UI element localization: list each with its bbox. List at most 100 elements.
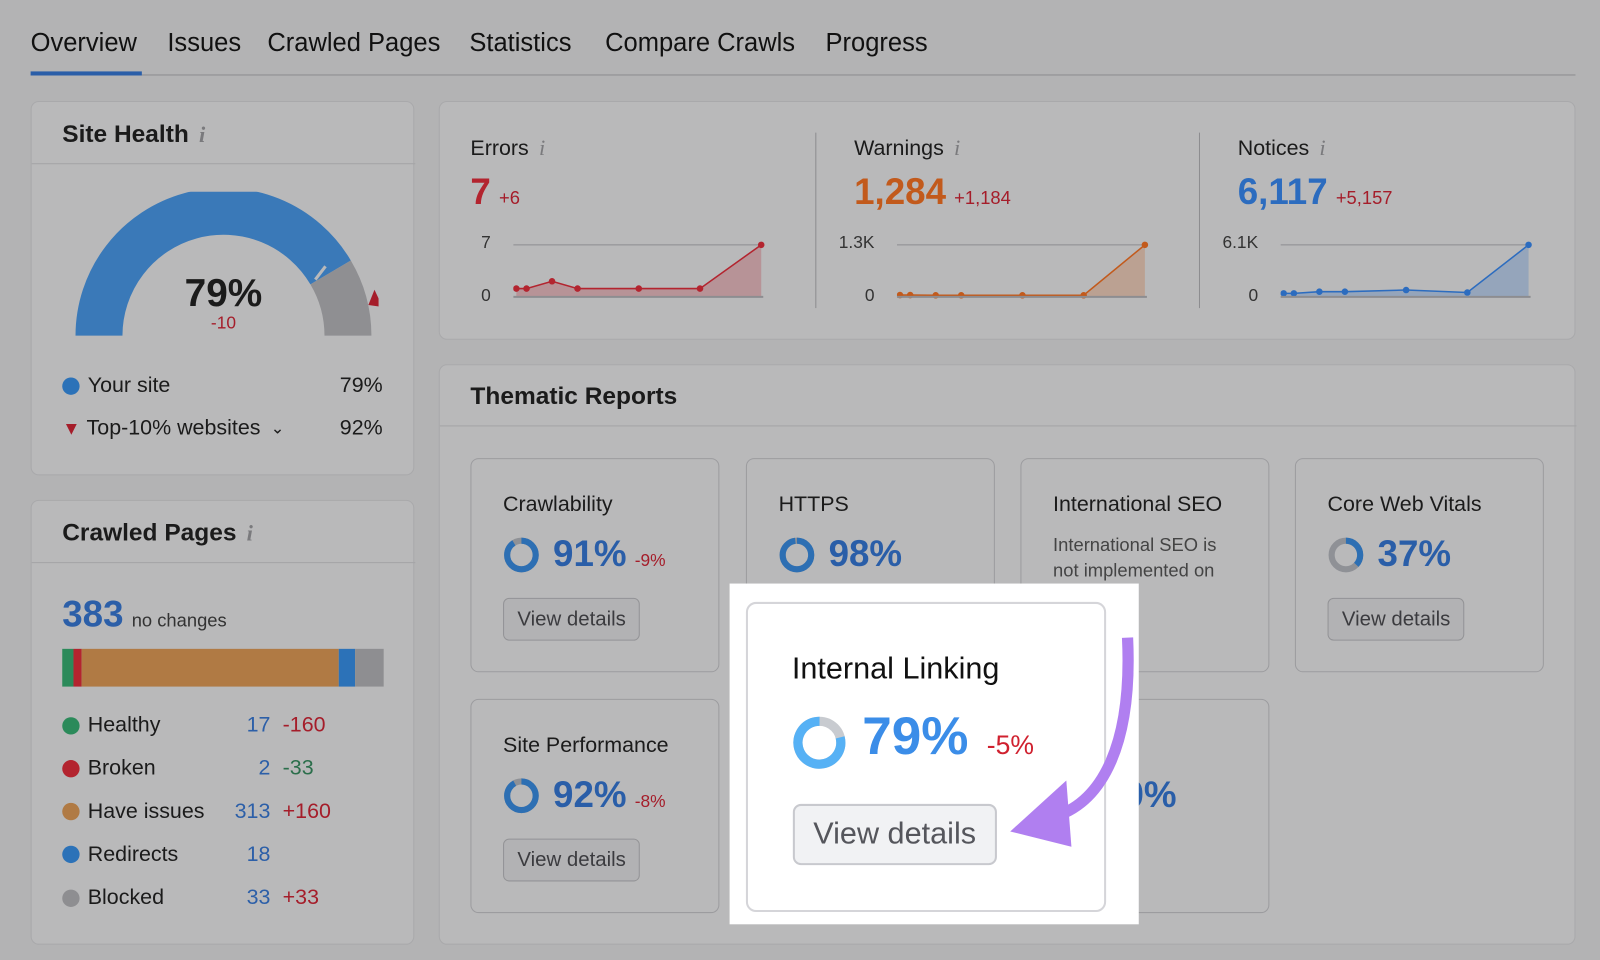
internal-linking-ring-icon (793, 716, 846, 769)
site-health-change: -10 (210, 313, 236, 333)
thematic-reports-title: Thematic Reports (470, 382, 678, 411)
sparkline-point (757, 241, 765, 249)
bar-have-issues[interactable] (81, 648, 339, 687)
status-dot-icon (62, 846, 80, 864)
status-dot-icon (62, 802, 80, 821)
score-ring-icon (1328, 537, 1364, 573)
sparkline-point (1341, 288, 1349, 295)
metric-value[interactable]: 6,117 +5,157 (1238, 170, 1393, 213)
row-change: -33 (282, 756, 314, 780)
divider (815, 132, 817, 309)
internal-linking-view-details-button[interactable]: View details (792, 803, 997, 866)
crawled-row-have-issues[interactable]: Have issues (62, 799, 204, 823)
crawled-row-healthy[interactable]: Healthy (62, 713, 160, 737)
report-value: 37% (1377, 532, 1452, 575)
row-change: +160 (282, 799, 331, 823)
divider (1198, 132, 1200, 309)
view-details-button[interactable]: View details (503, 597, 641, 641)
tab-compare-crawls[interactable]: Compare Crawls (605, 29, 795, 59)
sparkline-point (574, 285, 581, 292)
triangle-down-icon: ▼ (62, 417, 81, 439)
divider (31, 163, 416, 165)
metric-value[interactable]: 7 +6 (470, 170, 520, 213)
score-ring-icon (779, 537, 815, 573)
chevron-down-icon[interactable]: ⌄ (271, 418, 285, 438)
legend-your-site: Your site (62, 373, 170, 397)
site-health-title: Site Health i (62, 120, 206, 148)
row-label: Blocked (87, 885, 164, 910)
report-value: 98% (828, 532, 903, 575)
info-icon[interactable]: i (1319, 135, 1325, 161)
top10-value: 92% (339, 416, 383, 440)
score-ring-icon (504, 537, 539, 573)
bar-redirects[interactable] (338, 648, 355, 687)
sparkline-point (696, 285, 704, 292)
sparkline-errors (513, 241, 765, 298)
your-site-value: 79% (339, 373, 383, 397)
sparkline-point (1525, 241, 1532, 249)
legend-top10[interactable]: ▼ Top-10% websites ⌄ (62, 416, 284, 440)
tab-overview[interactable]: Overview (31, 29, 137, 59)
report-change: -9% (634, 550, 666, 571)
report-title: Site Performance (503, 733, 669, 757)
row-value[interactable]: 2 (258, 756, 270, 780)
row-label: Redirects (87, 842, 179, 867)
y-axis-min: 0 (1248, 285, 1259, 306)
info-icon[interactable]: i (539, 135, 545, 161)
row-value[interactable]: 33 (247, 886, 271, 910)
pointer-arrow-icon (1010, 637, 1134, 847)
metric-label-errors: Errors i (470, 134, 546, 161)
sparkline-point (1464, 289, 1471, 296)
bar-healthy[interactable] (62, 648, 74, 687)
status-dot-icon (62, 716, 80, 735)
row-label: Broken (87, 756, 156, 780)
site-health-value: 79% (184, 272, 263, 316)
y-axis-max: 7 (481, 232, 491, 252)
info-icon[interactable]: i (199, 121, 205, 147)
metric-change: +6 (499, 187, 520, 209)
row-change: -160 (282, 713, 326, 737)
row-value[interactable]: 313 (235, 799, 271, 823)
report-title: Crawlability (503, 492, 613, 517)
bar-blocked[interactable] (354, 648, 384, 687)
info-icon[interactable]: i (247, 520, 253, 546)
report-title: International SEO (1053, 492, 1223, 517)
site-health-card: Site Health i 79% -10 Your site 79% ▼ Top-… (30, 100, 416, 476)
metric-change: +1,184 (954, 187, 1011, 209)
view-details-button[interactable]: View details (503, 838, 641, 882)
sparkline-point (1402, 286, 1410, 294)
sparkline-point (1141, 241, 1149, 249)
row-value[interactable]: 18 (247, 843, 271, 867)
crawled-pages-card: Crawled Pages i 383 no changes Healthy 17 -1… (30, 499, 416, 945)
sparkline-point (1316, 288, 1323, 295)
info-icon[interactable]: i (954, 135, 960, 161)
metric-label-warnings: Warnings i (854, 134, 961, 161)
crawled-row-blocked[interactable]: Blocked (62, 886, 164, 910)
tab-divider (30, 74, 1576, 76)
report-title: Core Web Vitals (1327, 492, 1482, 517)
sparkline-point (523, 285, 530, 292)
tab-progress[interactable]: Progress (826, 29, 928, 59)
crawled-total[interactable]: 383 no changes (62, 593, 226, 636)
report-note: International SEO is not implemented on (1053, 534, 1217, 581)
tab-statistics[interactable]: Statistics (469, 29, 571, 59)
active-tab-indicator (30, 71, 142, 76)
report-card-core-web-vitals: Core Web Vitals 37% View details (1294, 458, 1544, 673)
tab-issues[interactable]: Issues (167, 29, 241, 59)
divider (439, 425, 1577, 427)
crawled-pages-bar (62, 648, 384, 687)
bar-broken[interactable] (73, 648, 82, 687)
sparkline-point (635, 285, 643, 292)
view-details-button[interactable]: View details (1327, 597, 1465, 641)
row-label: Have issues (87, 799, 205, 823)
row-label: Healthy (87, 713, 161, 737)
y-axis-max: 6.1K (1222, 232, 1259, 252)
issues-summary-card: Errors i 7 +6 7 0 Warnings i 1,284 +1,184 1.3K 0 Not… (438, 100, 1576, 340)
metric-value[interactable]: 1,284 +1,184 (854, 170, 1011, 213)
status-dot-icon (62, 889, 80, 907)
crawled-row-redirects[interactable]: Redirects (62, 843, 178, 867)
row-value[interactable]: 17 (247, 713, 271, 737)
tab-crawled-pages[interactable]: Crawled Pages (267, 29, 440, 59)
crawled-row-broken[interactable]: Broken (62, 756, 156, 780)
crawled-pages-title: Crawled Pages i (62, 519, 253, 547)
